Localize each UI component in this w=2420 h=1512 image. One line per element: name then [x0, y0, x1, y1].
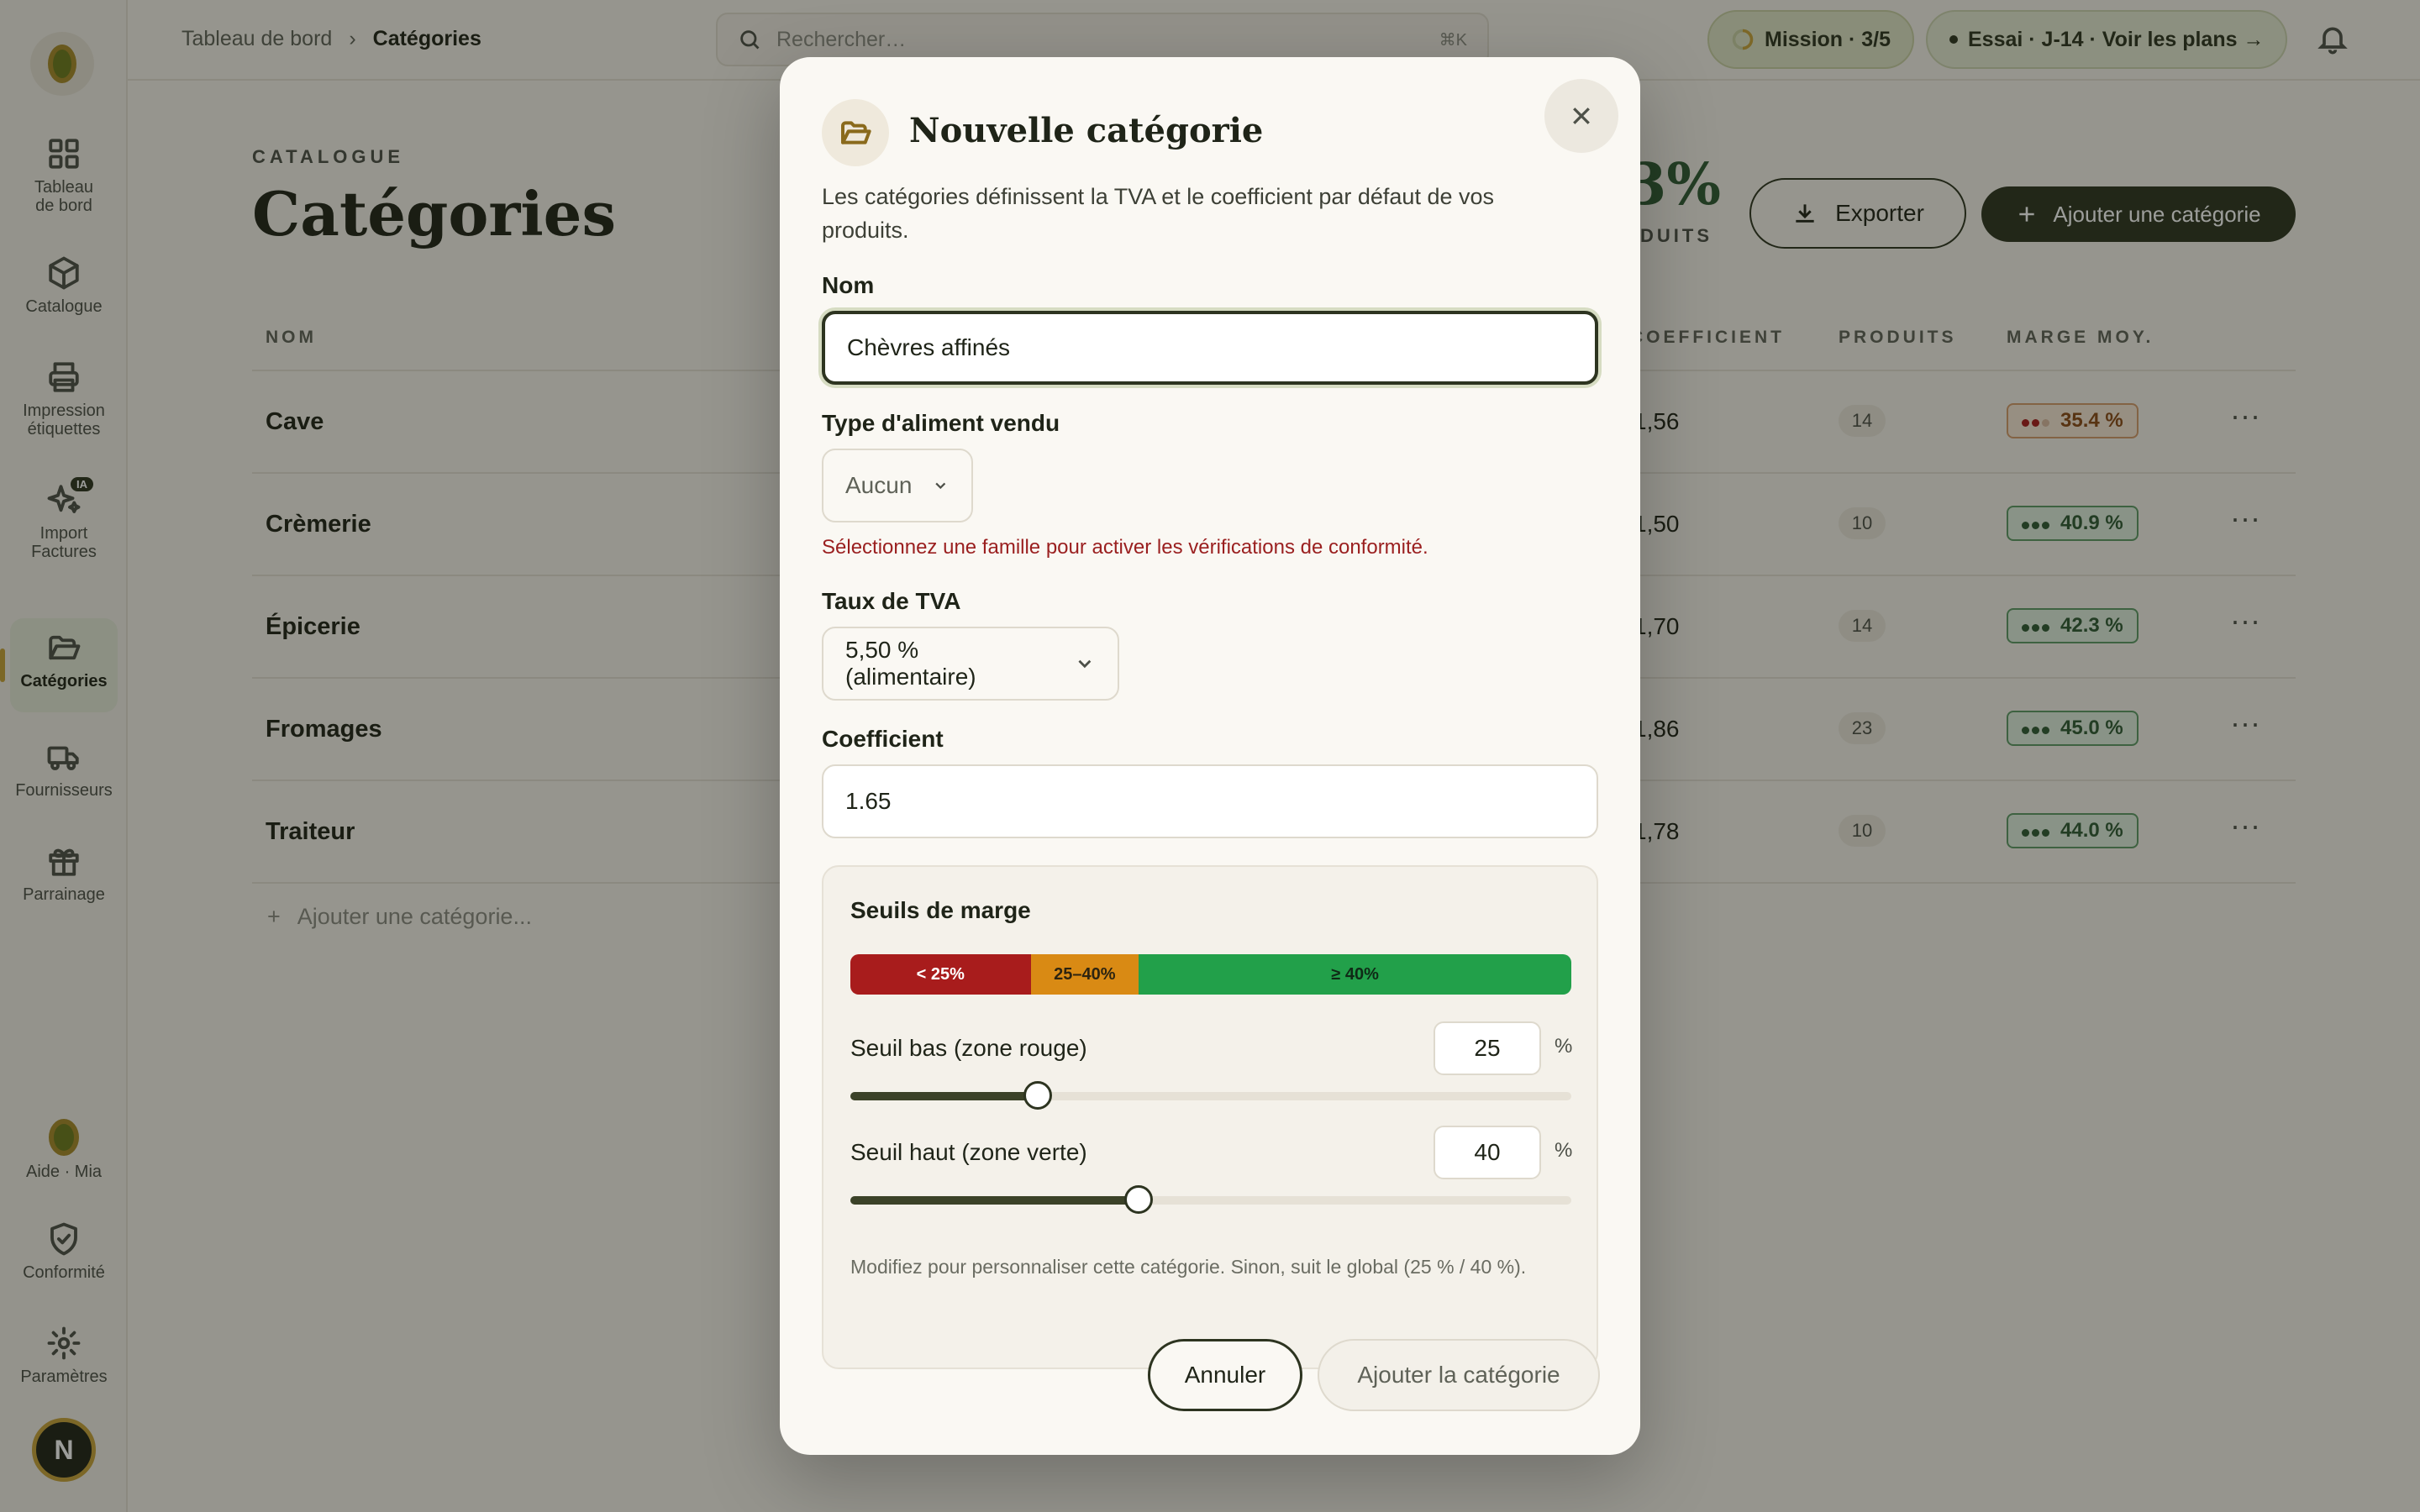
- new-category-dialog: Nouvelle catégorie Les catégories défini…: [780, 57, 1640, 1455]
- coefficient-field[interactable]: 1.65: [822, 764, 1598, 838]
- high-threshold-unit: %: [1555, 1139, 1573, 1162]
- vat-label: Taux de TVA: [822, 588, 961, 614]
- low-threshold-input[interactable]: 25: [1434, 1021, 1541, 1075]
- dialog-title: Nouvelle catégorie: [909, 111, 1264, 150]
- slider-thumb[interactable]: [1023, 1081, 1052, 1110]
- low-threshold-label: Seuil bas (zone rouge): [850, 1035, 1087, 1061]
- slider-fill: [850, 1092, 1038, 1100]
- high-threshold-label: Seuil haut (zone verte): [850, 1139, 1087, 1165]
- name-value: Chèvres affinés: [847, 334, 1011, 360]
- zone-red: < 25%: [850, 954, 1031, 995]
- slider-thumb[interactable]: [1124, 1185, 1153, 1214]
- folder-open-icon: [822, 99, 889, 166]
- low-threshold-unit: %: [1555, 1035, 1573, 1058]
- food-type-select[interactable]: Aucun: [822, 449, 973, 522]
- food-type-error: Sélectionnez une famille pour activer le…: [822, 536, 1428, 559]
- close-icon: [1573, 108, 1590, 124]
- dialog-description: Les catégories définissent la TVA et le …: [822, 184, 1494, 243]
- thresholds-hint: Modifiez pour personnaliser cette catégo…: [850, 1256, 1527, 1278]
- zone-green: ≥ 40%: [1139, 954, 1571, 995]
- low-threshold-slider[interactable]: [850, 1081, 1571, 1110]
- chevron-down-icon: [1078, 659, 1092, 669]
- coefficient-value: 1.65: [845, 788, 892, 814]
- add-category-submit-button[interactable]: Ajouter la catégorie: [1318, 1339, 1600, 1411]
- close-button[interactable]: [1544, 79, 1618, 153]
- high-threshold-input[interactable]: 40: [1434, 1126, 1541, 1179]
- coefficient-label: Coefficient: [822, 726, 944, 752]
- name-field[interactable]: Chèvres affinés: [822, 311, 1598, 385]
- high-threshold-slider[interactable]: [850, 1185, 1571, 1214]
- margin-thresholds-panel: Seuils de marge < 25% 25–40% ≥ 40% Seuil…: [822, 865, 1598, 1369]
- thresholds-title: Seuils de marge: [850, 897, 1031, 923]
- slider-fill: [850, 1196, 1139, 1205]
- chevron-down-icon: [935, 482, 946, 490]
- name-label: Nom: [822, 272, 875, 298]
- vat-value: 5,50 % (alimentaire): [845, 637, 976, 690]
- vat-select[interactable]: 5,50 % (alimentaire): [822, 627, 1119, 701]
- food-type-value: Aucun: [845, 472, 913, 498]
- margin-zones-bar: < 25% 25–40% ≥ 40%: [850, 954, 1571, 995]
- food-type-label: Type d'aliment vendu: [822, 410, 1060, 436]
- cancel-button[interactable]: Annuler: [1148, 1339, 1302, 1411]
- zone-orange: 25–40%: [1030, 954, 1139, 995]
